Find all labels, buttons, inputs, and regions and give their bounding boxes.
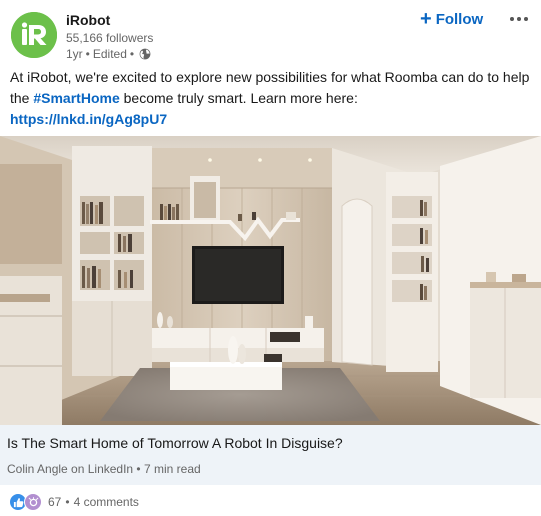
ellipsis-dot (510, 17, 514, 21)
ellipsis-dot (517, 17, 521, 21)
reaction-icons[interactable] (9, 493, 42, 511)
post-commentary: At iRobot, we're excited to explore new … (10, 67, 530, 130)
follower-count: 55,166 followers (66, 31, 154, 45)
globe-icon (139, 48, 151, 60)
article-image[interactable] (0, 136, 541, 425)
author-name[interactable]: iRobot (66, 11, 153, 29)
article-card[interactable]: Is The Smart Home of Tomorrow A Robot In… (0, 425, 541, 485)
comments-count[interactable]: 4 comments (74, 495, 139, 509)
celebrate-icon (24, 493, 42, 511)
more-options-button[interactable] (505, 8, 533, 30)
follow-button[interactable]: + Follow (420, 8, 483, 30)
external-link[interactable]: https://lnkd.in/gAg8pU7 (10, 111, 167, 127)
article-subtitle: Colin Angle on LinkedIn • 7 min read (7, 462, 201, 476)
article-title[interactable]: Is The Smart Home of Tomorrow A Robot In… (7, 434, 343, 452)
edited-label: Edited (92, 47, 127, 61)
article-read-time: 7 min read (143, 462, 201, 476)
article-source: Colin Angle on LinkedIn (7, 462, 134, 476)
meta-separator: • (85, 47, 90, 61)
plus-icon: + (420, 8, 432, 30)
living-room-photo (0, 136, 541, 425)
irobot-logo-icon (11, 12, 57, 58)
commentary-text: become truly smart. Learn more here: (119, 90, 358, 106)
author-info: iRobot 55,166 followers 1yr • Edited • (66, 11, 153, 62)
meta-separator: • (129, 47, 135, 61)
post-meta: 1yr • Edited • (66, 46, 153, 62)
social-separator: • (65, 495, 70, 509)
feed-post: iRobot 55,166 followers 1yr • Edited • +… (0, 0, 541, 516)
follow-label: Follow (435, 10, 484, 28)
social-counts: 67 • 4 comments (9, 492, 139, 512)
post-age: 1yr (66, 47, 83, 61)
company-logo[interactable] (11, 12, 57, 58)
reactions-count[interactable]: 67 (48, 495, 61, 509)
post-header: iRobot 55,166 followers 1yr • Edited • +… (0, 0, 541, 68)
ellipsis-dot (524, 17, 528, 21)
hashtag-link[interactable]: #SmartHome (33, 90, 119, 106)
